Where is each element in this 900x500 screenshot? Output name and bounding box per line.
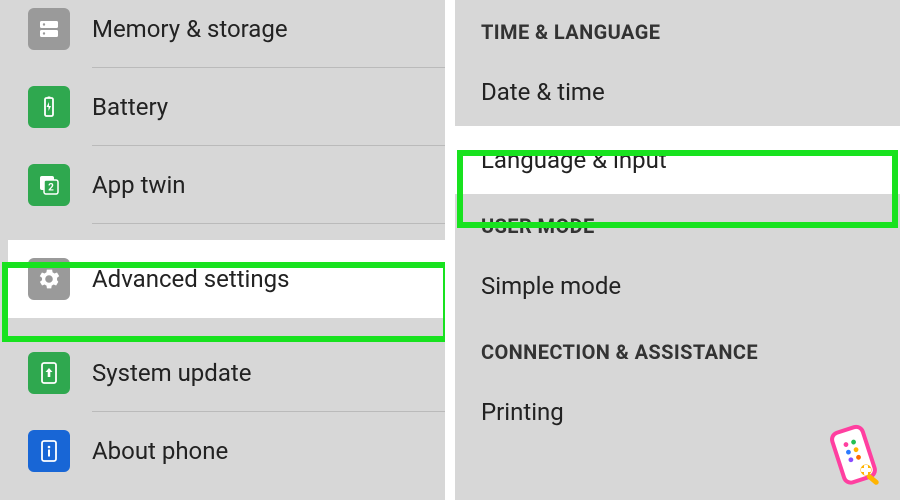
about-phone-icon — [28, 430, 70, 472]
section-title-usermode: USER MODE — [455, 194, 900, 252]
settings-item-simplemode[interactable]: Simple mode — [455, 252, 900, 320]
settings-item-language[interactable]: Language & input — [455, 126, 900, 194]
left-panel: Memory & storage Battery — [0, 0, 445, 500]
settings-item-datetime[interactable]: Date & time — [455, 58, 900, 126]
settings-item-memory[interactable]: Memory & storage — [8, 0, 445, 68]
settings-item-label: Advanced settings — [92, 265, 290, 293]
settings-item-label: System update — [92, 359, 251, 387]
watermark-logo — [820, 420, 892, 492]
settings-item-label: App twin — [92, 171, 186, 199]
settings-item-label: About phone — [92, 437, 228, 465]
battery-icon — [28, 86, 70, 128]
app-twin-icon: 2 — [28, 164, 70, 206]
divider — [92, 223, 445, 224]
system-update-icon — [28, 352, 70, 394]
settings-item-about[interactable]: About phone — [8, 412, 445, 490]
settings-item-update[interactable]: System update — [8, 334, 445, 412]
svg-text:2: 2 — [48, 183, 54, 194]
settings-item-battery[interactable]: Battery — [8, 68, 445, 146]
settings-item-advanced[interactable]: Advanced settings — [8, 240, 445, 318]
settings-item-apptwin[interactable]: 2 App twin — [8, 146, 445, 224]
storage-icon — [28, 8, 70, 50]
section-title-connection: CONNECTION & ASSISTANCE — [455, 320, 900, 378]
gear-icon — [28, 258, 70, 300]
section-title-time: TIME & LANGUAGE — [455, 0, 900, 58]
settings-item-label: Battery — [92, 93, 168, 121]
group-spacer — [8, 224, 445, 240]
settings-item-label: Memory & storage — [92, 15, 288, 43]
